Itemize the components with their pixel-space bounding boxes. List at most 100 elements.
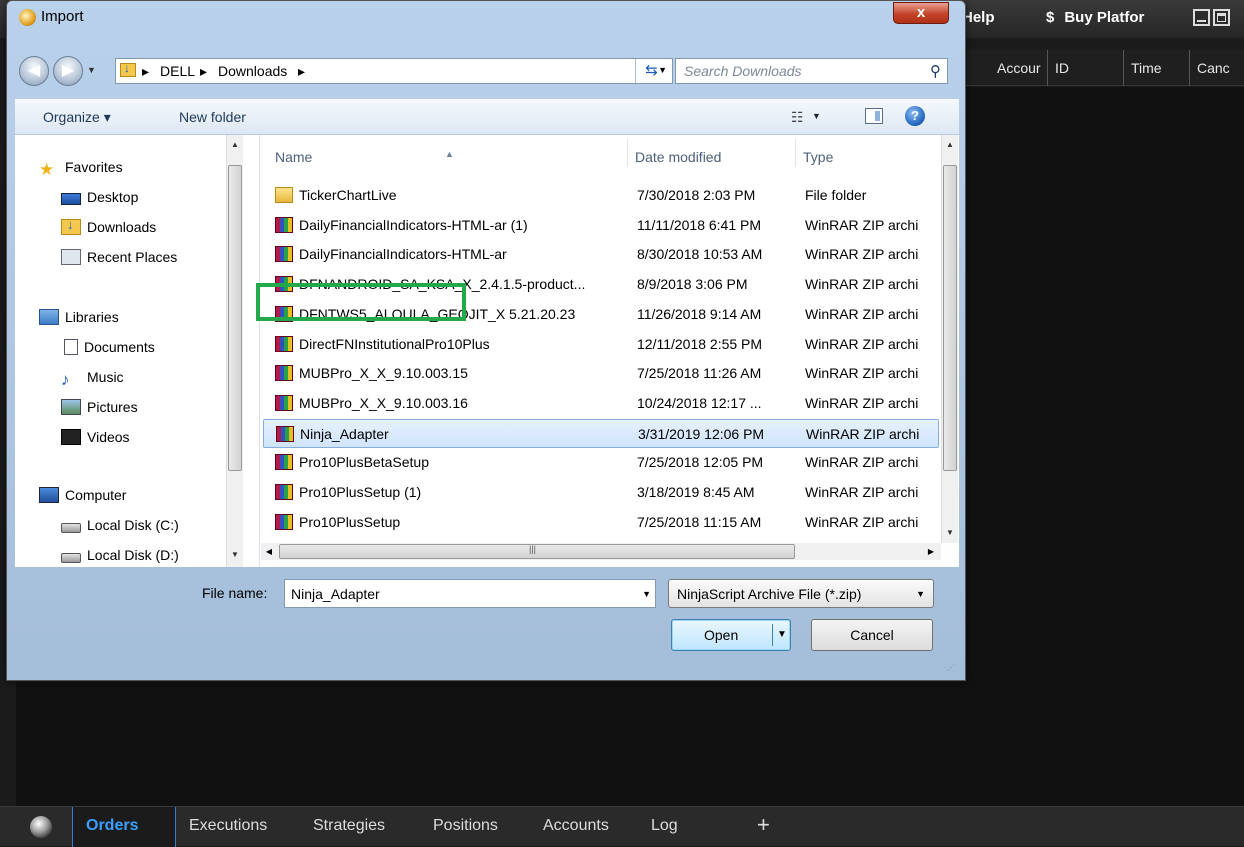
open-button[interactable]: Open ▼ bbox=[671, 619, 791, 651]
dialog-toolbar: Organize ▾ New folder ☷ ▼ ? bbox=[15, 99, 959, 135]
nav-music[interactable]: ♪ Music bbox=[61, 369, 124, 388]
file-type-dropdown-icon[interactable]: ▼ bbox=[916, 589, 925, 599]
tab-accounts[interactable]: Accounts bbox=[530, 807, 622, 847]
file-type-select[interactable]: NinjaScript Archive File (*.zip) ▼ bbox=[668, 579, 934, 608]
pane-divider[interactable] bbox=[259, 135, 260, 567]
scroll-right-icon[interactable]: ▶ bbox=[923, 543, 939, 560]
views-dropdown-icon[interactable]: ▼ bbox=[812, 111, 821, 121]
organize-button[interactable]: Organize ▾ bbox=[43, 109, 111, 126]
app-orb-icon[interactable] bbox=[30, 816, 52, 838]
breadcrumb-separator-icon[interactable]: ▸ bbox=[200, 63, 207, 80]
file-row[interactable]: Ninja_Adapter 3/31/2019 12:06 PM WinRAR ZI… bbox=[263, 418, 939, 448]
nav-local-disk-c[interactable]: Local Disk (C:) bbox=[61, 517, 179, 533]
forward-button[interactable]: ▶ bbox=[53, 56, 83, 86]
preview-pane-icon[interactable] bbox=[865, 108, 883, 124]
scroll-thumb[interactable] bbox=[228, 165, 242, 471]
menu-buy-platform[interactable]: $ Buy Platfor bbox=[1046, 9, 1144, 26]
file-row[interactable]: DailyFinancialIndicators-HTML-ar 8/30/201… bbox=[263, 240, 939, 269]
maximize-icon[interactable] bbox=[1213, 9, 1230, 26]
tab-executions[interactable]: Executions bbox=[176, 807, 280, 847]
scroll-up-icon[interactable]: ▲ bbox=[227, 137, 243, 153]
tab-label: Orders bbox=[86, 817, 139, 834]
tab-strategies[interactable]: Strategies bbox=[300, 807, 398, 847]
menu-help[interactable]: Help bbox=[962, 9, 995, 26]
file-row[interactable]: DailyFinancialIndicators-HTML-ar (1) 11/1… bbox=[263, 211, 939, 240]
file-row[interactable]: Pro10PlusSetup 7/25/2018 11:15 AM WinRAR Z… bbox=[263, 508, 939, 537]
file-name-text: Ninja_Adapter bbox=[300, 425, 389, 442]
views-icon[interactable]: ☷ bbox=[791, 109, 804, 126]
new-folder-button[interactable]: New folder bbox=[179, 109, 246, 125]
file-date-cell: 12/11/2018 2:55 PM bbox=[637, 335, 763, 352]
search-input[interactable] bbox=[684, 60, 914, 82]
nav-libraries[interactable]: Libraries bbox=[39, 309, 119, 325]
nav-documents[interactable]: Documents bbox=[61, 339, 155, 355]
file-row[interactable]: DirectFNInstitutionalPro10Plus 12/11/2018… bbox=[263, 330, 939, 359]
refresh-button[interactable]: ⇆ bbox=[635, 59, 667, 83]
file-list-hscrollbar[interactable]: ◀ ||| ▶ bbox=[261, 543, 941, 560]
tab-positions[interactable]: Positions bbox=[420, 807, 511, 847]
file-type-cell: WinRAR ZIP archi bbox=[805, 513, 919, 530]
column-separator[interactable] bbox=[627, 139, 628, 167]
tab-orders[interactable]: Orders bbox=[72, 807, 176, 847]
local-disk-icon bbox=[61, 523, 81, 533]
help-icon[interactable]: ? bbox=[905, 106, 925, 126]
file-type-cell: File folder bbox=[805, 187, 867, 203]
file-row[interactable]: MUBPro_X_X_9.10.003.16 10/24/2018 12:17 .… bbox=[263, 389, 939, 418]
add-tab-button[interactable]: + bbox=[744, 807, 783, 847]
file-row[interactable]: Pro10PlusBetaSetup 7/25/2018 12:05 PM WinR… bbox=[263, 448, 939, 477]
nav-desktop[interactable]: Desktop bbox=[61, 189, 138, 205]
column-account[interactable]: Accour bbox=[997, 60, 1041, 76]
breadcrumb-dell[interactable]: DELL bbox=[160, 63, 195, 79]
nav-pane-scrollbar[interactable]: ▲ ▼ bbox=[226, 135, 243, 567]
downloads-folder-icon bbox=[120, 61, 136, 77]
column-date-modified[interactable]: Date modified bbox=[635, 149, 721, 165]
column-separator bbox=[1123, 50, 1124, 86]
column-separator[interactable] bbox=[795, 139, 796, 167]
resize-grip-icon[interactable]: ⋰ bbox=[947, 663, 955, 672]
breadcrumb-separator-icon[interactable]: ▸ bbox=[298, 63, 305, 80]
file-type-cell: WinRAR ZIP archi bbox=[805, 365, 919, 382]
file-name-combo[interactable]: ▼ bbox=[284, 579, 656, 608]
nav-local-disk-d[interactable]: Local Disk (D:) bbox=[61, 547, 179, 563]
open-dropdown-icon[interactable]: ▼ bbox=[772, 624, 787, 646]
nav-favorites[interactable]: ★ Favorites bbox=[39, 159, 123, 178]
import-icon bbox=[19, 9, 36, 26]
file-row[interactable]: DFNTWS5_ALOULA_GEOJIT_X 5.21.20.23 11/26/… bbox=[263, 300, 939, 329]
column-cancel[interactable]: Canc bbox=[1197, 60, 1230, 76]
file-list-scrollbar[interactable]: ▲ ▼ bbox=[941, 135, 958, 543]
file-row[interactable]: TickerChartLive 7/30/2018 2:03 PM File fol… bbox=[263, 181, 939, 210]
column-time[interactable]: Time bbox=[1131, 60, 1162, 76]
nav-pictures[interactable]: Pictures bbox=[61, 399, 138, 415]
scroll-thumb[interactable] bbox=[279, 544, 795, 559]
address-bar[interactable]: ▸ DELL ▸ Downloads ▸ ▼ bbox=[115, 58, 673, 84]
column-id[interactable]: ID bbox=[1055, 60, 1069, 76]
scroll-left-icon[interactable]: ◀ bbox=[261, 543, 277, 560]
minimize-icon[interactable] bbox=[1193, 9, 1210, 26]
search-box[interactable]: ⚲ bbox=[675, 58, 948, 84]
file-name-dropdown-icon[interactable]: ▼ bbox=[642, 589, 651, 599]
scroll-down-icon[interactable]: ▼ bbox=[227, 547, 243, 563]
tab-log[interactable]: Log bbox=[638, 807, 691, 847]
nav-label: Favorites bbox=[65, 159, 123, 175]
recent-locations-dropdown-icon[interactable]: ▼ bbox=[87, 65, 96, 75]
back-button[interactable]: ◀ bbox=[19, 56, 49, 86]
scroll-down-icon[interactable]: ▼ bbox=[942, 525, 958, 541]
folder-icon bbox=[275, 187, 293, 203]
close-button[interactable]: x bbox=[893, 2, 949, 24]
file-row[interactable]: MUBPro_X_X_9.10.003.15 7/25/2018 11:26 AM… bbox=[263, 359, 939, 388]
search-icon[interactable]: ⚲ bbox=[930, 62, 941, 80]
file-row[interactable]: Pro10PlusSetup (1) 3/18/2019 8:45 AM WinRA… bbox=[263, 478, 939, 507]
column-type[interactable]: Type bbox=[803, 149, 833, 165]
nav-computer[interactable]: Computer bbox=[39, 487, 126, 503]
file-row[interactable]: DFNANDROID_SA_KSA_X_2.4.1.5-product... 8/… bbox=[263, 270, 939, 299]
nav-videos[interactable]: Videos bbox=[61, 429, 130, 445]
cancel-button[interactable]: Cancel bbox=[811, 619, 933, 651]
file-name-input[interactable] bbox=[291, 581, 631, 606]
breadcrumb-downloads[interactable]: Downloads bbox=[218, 63, 287, 79]
breadcrumb-separator-icon[interactable]: ▸ bbox=[142, 63, 149, 80]
scroll-thumb[interactable] bbox=[943, 165, 957, 471]
scroll-up-icon[interactable]: ▲ bbox=[942, 137, 958, 153]
column-name[interactable]: Name bbox=[275, 149, 312, 165]
nav-downloads[interactable]: Downloads bbox=[61, 217, 156, 235]
nav-recent-places[interactable]: Recent Places bbox=[61, 249, 177, 265]
